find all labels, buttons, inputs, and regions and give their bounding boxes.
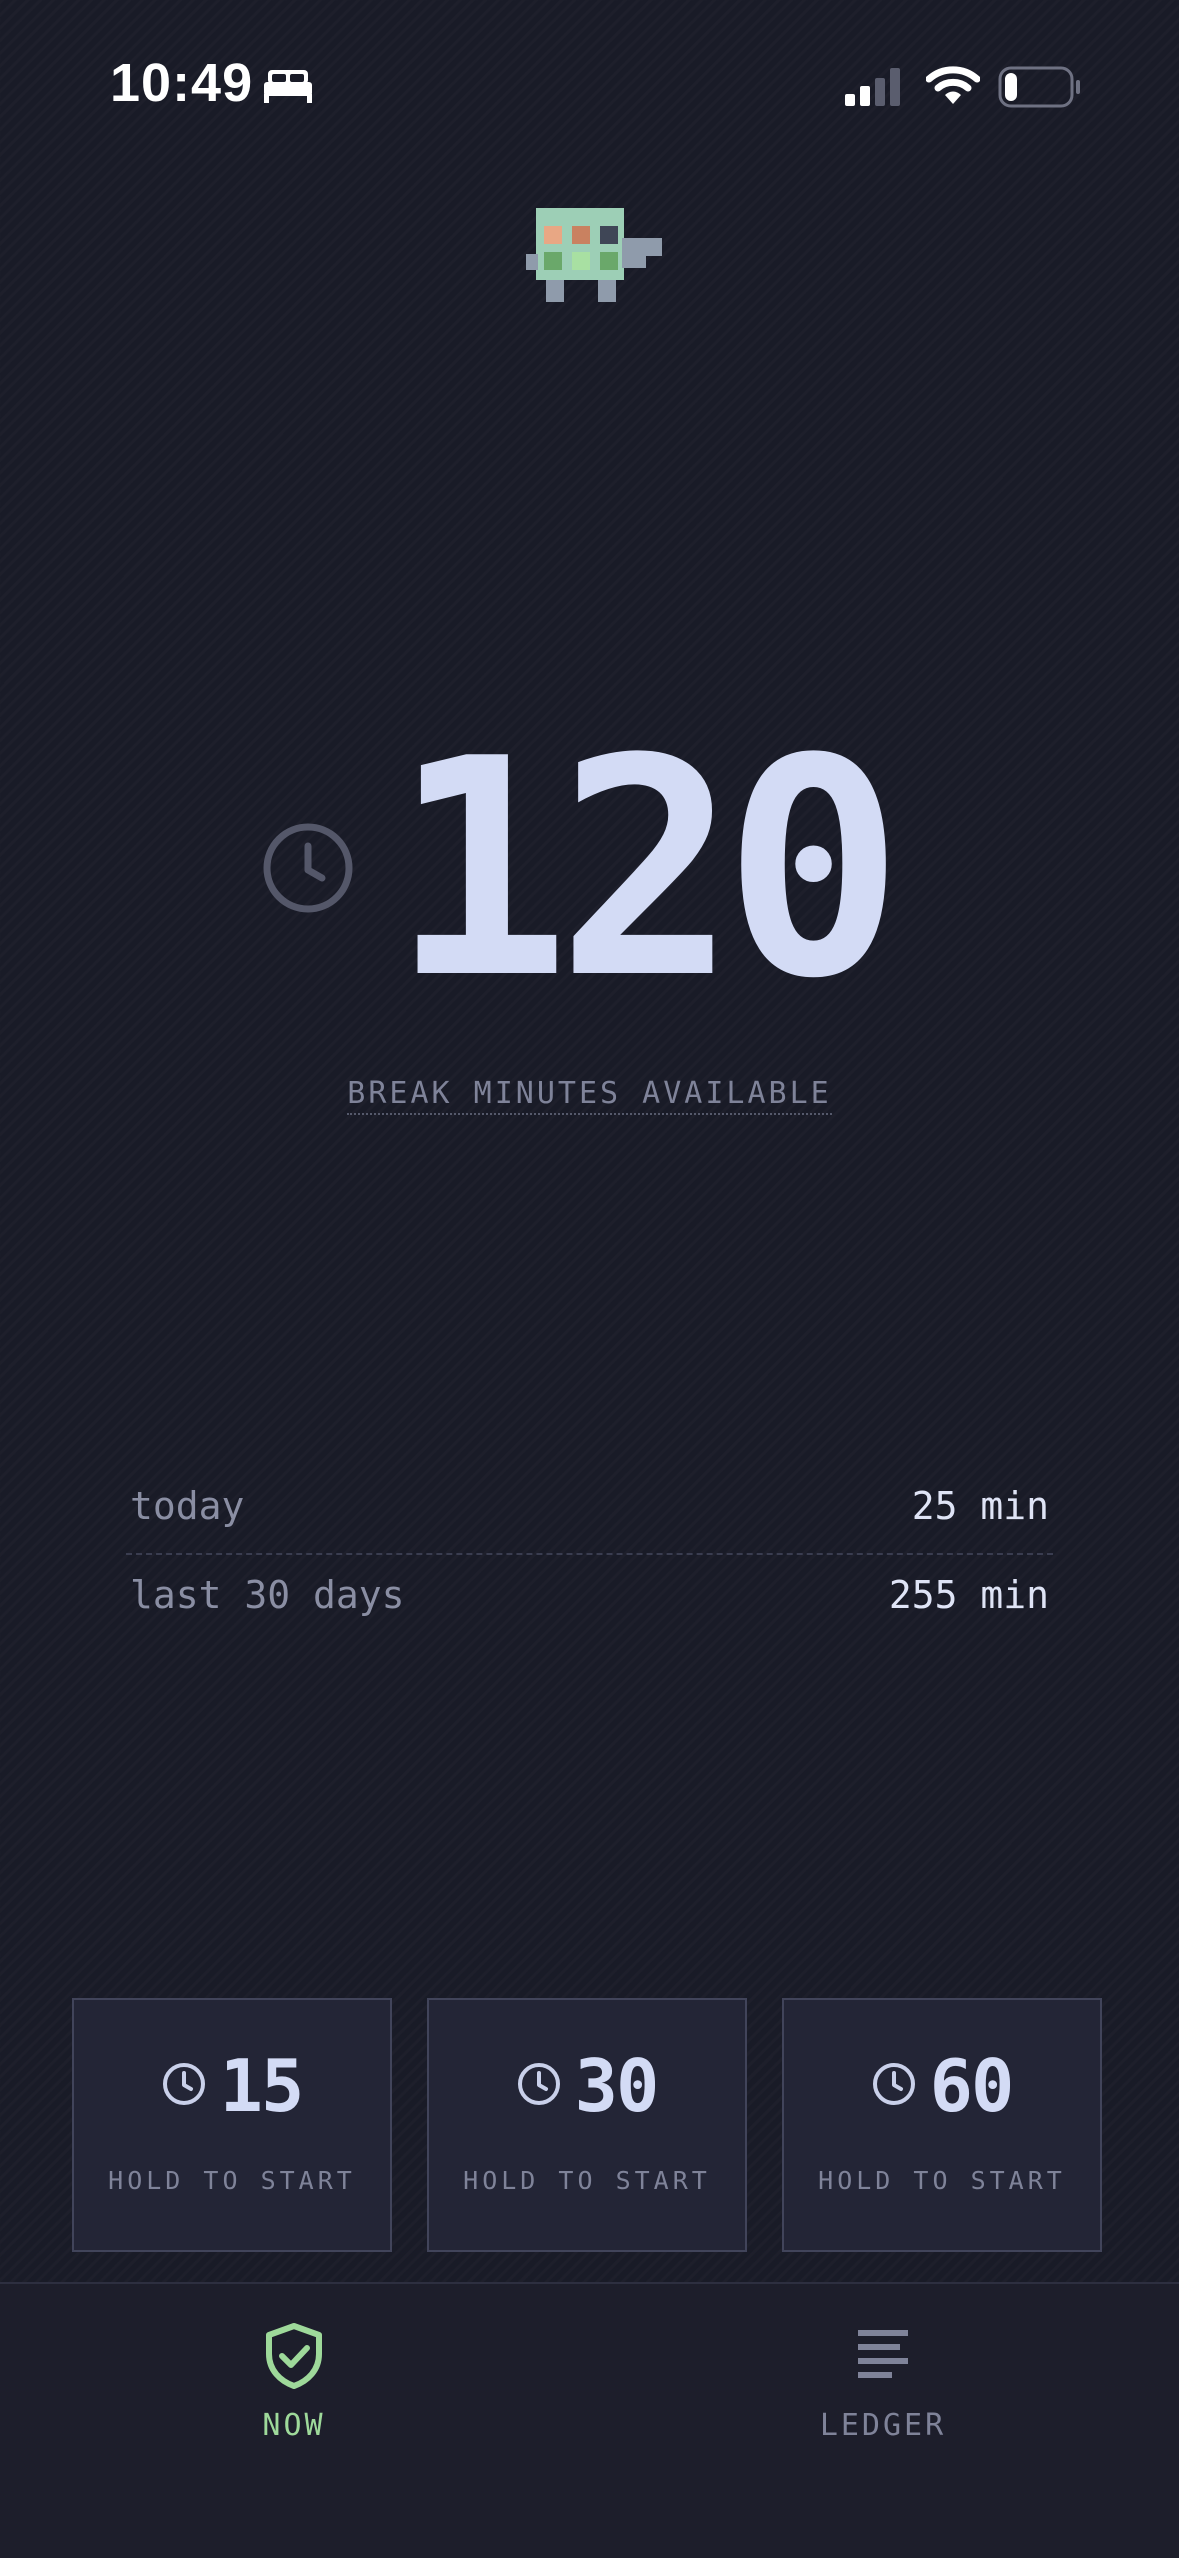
wifi-icon (925, 66, 981, 110)
tab-now[interactable]: NOW (144, 2322, 444, 2443)
break-minutes: 15 (219, 2044, 305, 2128)
break-15-button[interactable]: 15 HOLD TO START (72, 1998, 392, 2252)
cellular-signal-icon (845, 68, 905, 110)
shield-check-icon (263, 2323, 325, 2394)
battery-icon (998, 66, 1082, 112)
bed-icon (262, 68, 314, 108)
ledger-lines-icon (852, 2330, 914, 2394)
tab-bar: NOW LEDGER (0, 2282, 1179, 2558)
break-60-button[interactable]: 60 HOLD TO START (782, 1998, 1102, 2252)
stat-30-days-value: 255 min (888, 1573, 1049, 1617)
available-minutes-label: BREAK MINUTES AVAILABLE (200, 1076, 979, 1115)
hold-to-start-label: HOLD TO START (818, 2166, 1066, 2195)
clock-icon (517, 2062, 561, 2110)
pixel-turtle-icon (526, 208, 662, 306)
clock-icon (162, 2062, 206, 2110)
tab-ledger[interactable]: LEDGER (733, 2322, 1033, 2443)
clock-icon (872, 2062, 916, 2110)
stat-today-value: 25 min (911, 1484, 1049, 1528)
tab-now-label: NOW (262, 2408, 326, 2443)
stat-30-days-label: last 30 days (130, 1573, 405, 1617)
break-minutes: 60 (929, 2044, 1015, 2128)
tab-ledger-label: LEDGER (819, 2408, 947, 2443)
available-minutes: 120 (390, 695, 904, 1044)
status-time: 10:49 (110, 53, 254, 113)
hold-to-start-label: HOLD TO START (108, 2166, 356, 2195)
break-30-button[interactable]: 30 HOLD TO START (427, 1998, 747, 2252)
stats-divider (126, 1553, 1053, 1555)
clock-icon (262, 822, 354, 918)
hold-to-start-label: HOLD TO START (463, 2166, 711, 2195)
stat-today-label: today (130, 1484, 245, 1528)
break-minutes: 30 (574, 2044, 660, 2128)
